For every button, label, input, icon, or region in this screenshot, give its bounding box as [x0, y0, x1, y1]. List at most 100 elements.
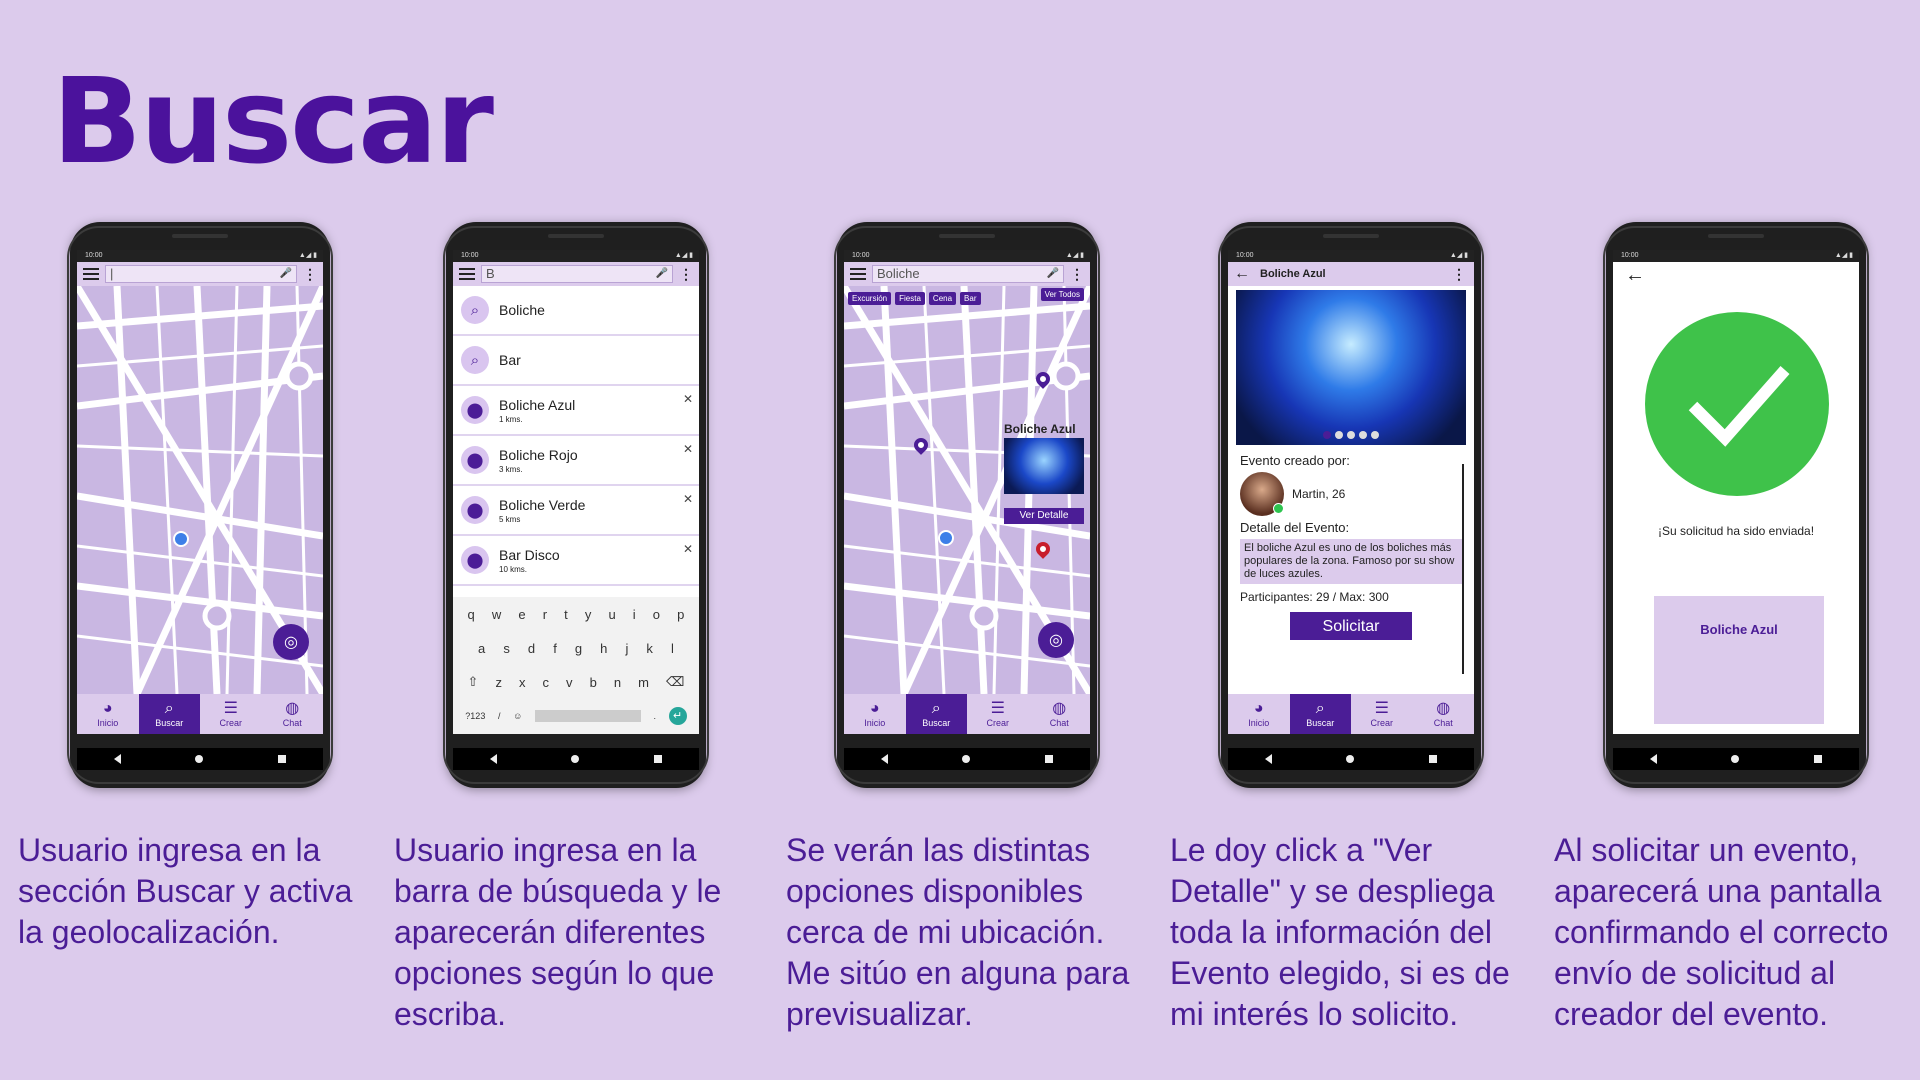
mic-icon[interactable]: 🎤 [280, 266, 292, 282]
key[interactable]: j [625, 641, 628, 656]
key[interactable]: . [653, 711, 656, 721]
suggestion-item[interactable]: ⬤ Boliche Verde 5 kms ✕ [453, 486, 699, 536]
back-icon[interactable] [1650, 754, 1658, 764]
recents-icon[interactable] [1044, 755, 1053, 763]
nav-inicio[interactable]: ◕ Inicio [1228, 694, 1290, 734]
nav-buscar[interactable]: ⌕ Buscar [138, 694, 200, 734]
mic-icon[interactable]: 🎤 [656, 266, 668, 282]
key[interactable]: b [590, 675, 597, 690]
back-arrow-icon[interactable]: ← [1234, 265, 1250, 283]
close-icon[interactable]: ✕ [683, 542, 693, 556]
key[interactable]: g [575, 641, 582, 656]
search-input[interactable]: Boliche 🎤 [872, 265, 1064, 283]
key[interactable]: x [519, 675, 526, 690]
nav-chat[interactable]: ◍ Chat [262, 694, 324, 734]
search-input[interactable]: | 🎤 [105, 265, 297, 283]
emoji-key[interactable]: ☺ [513, 711, 522, 721]
solicitar-button[interactable]: Solicitar [1290, 612, 1412, 640]
nav-inicio[interactable]: ◕ Inicio [77, 694, 139, 734]
mic-icon[interactable]: 🎤 [1047, 266, 1059, 282]
event-image-carousel[interactable] [1236, 290, 1466, 445]
recents-icon[interactable] [1813, 755, 1822, 763]
back-icon[interactable] [114, 754, 122, 764]
key[interactable]: d [528, 641, 535, 656]
key[interactable]: k [646, 641, 653, 656]
key[interactable]: f [553, 641, 557, 656]
geolocation-button[interactable]: ◎ [273, 624, 309, 660]
suggestion-item[interactable]: ⌕ Boliche [453, 286, 699, 336]
more-options-icon[interactable]: ⋮ [1452, 266, 1466, 283]
nav-buscar[interactable]: ⌕ Buscar [1289, 694, 1351, 734]
key[interactable]: z [495, 675, 502, 690]
recents-icon[interactable] [277, 755, 286, 763]
nav-buscar[interactable]: ⌕ Buscar [905, 694, 967, 734]
key[interactable]: a [478, 641, 485, 656]
more-options-icon[interactable]: ⋮ [303, 266, 317, 283]
key[interactable]: y [585, 607, 592, 622]
map[interactable]: Excursión Fiesta Cena Bar Ver Todos Boliche… [844, 286, 1090, 694]
key[interactable]: c [543, 675, 550, 690]
back-arrow-icon[interactable]: ← [1625, 264, 1645, 287]
suggestion-item[interactable]: ⬤ Bar Disco 10 kms. ✕ [453, 536, 699, 586]
key[interactable]: / [498, 711, 501, 721]
suggestion-item[interactable]: ⌕ Bar [453, 336, 699, 386]
chip-cena[interactable]: Cena [928, 292, 957, 305]
search-input[interactable]: B 🎤 [481, 265, 673, 283]
nav-chat[interactable]: ◍ Chat [1029, 694, 1091, 734]
menu-icon[interactable] [83, 268, 99, 280]
home-icon[interactable] [1346, 755, 1355, 763]
key[interactable]: o [653, 607, 660, 622]
home-icon[interactable] [571, 755, 580, 763]
more-options-icon[interactable]: ⋮ [1070, 266, 1084, 283]
nav-crear[interactable]: ☰ Crear [1351, 694, 1413, 734]
home-icon[interactable] [1731, 755, 1740, 763]
key[interactable]: e [518, 607, 525, 622]
on-screen-keyboard[interactable]: q w e r t y u i o p a s d f g h j k l ⇧ z x c v b n m ⌫ ?123 / ☺. ↵ [453, 597, 699, 734]
scrollbar[interactable] [1462, 464, 1464, 674]
nav-crear[interactable]: ☰ Crear [200, 694, 262, 734]
suggestion-item[interactable]: ⬤ Boliche Azul 1 kms. ✕ [453, 386, 699, 436]
ver-todos-button[interactable]: Ver Todos [1040, 288, 1084, 301]
home-icon[interactable] [195, 755, 204, 763]
key[interactable]: v [566, 675, 573, 690]
key[interactable]: q [468, 607, 475, 622]
close-icon[interactable]: ✕ [683, 492, 693, 506]
geolocation-button[interactable]: ◎ [1038, 622, 1074, 658]
menu-icon[interactable] [850, 268, 866, 280]
back-icon[interactable] [1265, 754, 1273, 764]
key[interactable]: p [677, 607, 684, 622]
map[interactable]: ◎ [77, 286, 323, 694]
recents-icon[interactable] [653, 755, 662, 763]
chip-fiesta[interactable]: Fiesta [895, 292, 925, 305]
more-options-icon[interactable]: ⋮ [679, 266, 693, 283]
avatar[interactable] [1240, 472, 1284, 516]
nav-inicio[interactable]: ◕ Inicio [844, 694, 906, 734]
chip-bar[interactable]: Bar [960, 292, 981, 305]
close-icon[interactable]: ✕ [683, 392, 693, 406]
suggestion-item[interactable]: ⬤ Boliche Rojo 3 kms. ✕ [453, 436, 699, 486]
close-icon[interactable]: ✕ [683, 442, 693, 456]
backspace-key[interactable]: ⌫ [666, 674, 684, 690]
key[interactable]: h [600, 641, 607, 656]
key[interactable]: u [608, 607, 615, 622]
key[interactable]: r [543, 607, 547, 622]
enter-key[interactable]: ↵ [668, 707, 687, 725]
preview-image[interactable] [1004, 438, 1084, 494]
nav-chat[interactable]: ◍ Chat [1413, 694, 1475, 734]
nav-crear[interactable]: ☰ Crear [967, 694, 1029, 734]
symbols-key[interactable]: ?123 [465, 711, 485, 721]
key[interactable]: n [614, 675, 621, 690]
home-icon[interactable] [962, 755, 971, 763]
back-icon[interactable] [490, 754, 498, 764]
event-card[interactable]: Boliche Azul [1654, 596, 1824, 724]
recents-icon[interactable] [1428, 755, 1437, 763]
chip-excursion[interactable]: Excursión [848, 292, 892, 305]
menu-icon[interactable] [459, 268, 475, 280]
spacebar[interactable] [534, 710, 641, 722]
key[interactable]: t [564, 607, 568, 622]
back-icon[interactable] [881, 754, 889, 764]
key[interactable]: s [503, 641, 510, 656]
ver-detalle-button[interactable]: Ver Detalle [1004, 508, 1084, 524]
key[interactable]: l [671, 641, 674, 656]
shift-key[interactable]: ⇧ [468, 674, 479, 690]
